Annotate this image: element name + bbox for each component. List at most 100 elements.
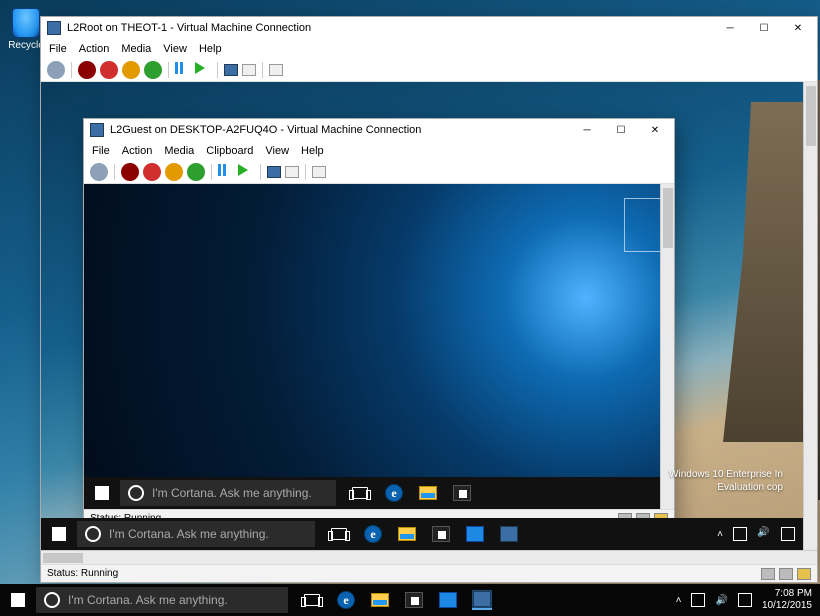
taskview-button[interactable] — [329, 524, 349, 544]
edge-icon[interactable] — [336, 590, 356, 610]
reset-button[interactable] — [238, 164, 254, 180]
menu-media[interactable]: Media — [121, 43, 151, 55]
menu-file[interactable]: File — [49, 43, 67, 55]
search-placeholder: I'm Cortana. Ask me anything. — [152, 486, 312, 500]
checkpoint-button[interactable] — [267, 166, 281, 178]
network-icon[interactable] — [733, 527, 747, 541]
close-button[interactable]: ✕ — [781, 17, 815, 39]
recycle-bin-label: Recycle — [8, 40, 44, 51]
cortana-search[interactable]: I'm Cortana. Ask me anything. — [77, 521, 315, 547]
vm2-window: L2Guest on DESKTOP-A2FUQ4O - Virtual Mac… — [83, 118, 675, 528]
taskview-button[interactable] — [302, 590, 322, 610]
turnoff-button[interactable] — [121, 163, 139, 181]
vm1-guest-desktop[interactable]: L2Guest on DESKTOP-A2FUQ4O - Virtual Mac… — [41, 82, 803, 550]
vm1-guest-taskbar: I'm Cortana. Ask me anything. ˄ 🔊 — [41, 518, 803, 550]
menu-action[interactable]: Action — [79, 43, 110, 55]
revert-button[interactable] — [242, 64, 256, 76]
action-center-icon[interactable] — [738, 593, 752, 607]
vm1-titlebar[interactable]: L2Root on THEOT-1 - Virtual Machine Conn… — [41, 17, 817, 39]
clock[interactable]: 7:08 PM 10/12/2015 — [762, 588, 812, 612]
store-icon[interactable] — [404, 590, 424, 610]
shutdown-button[interactable] — [100, 61, 118, 79]
store-icon[interactable] — [452, 483, 472, 503]
vm2-guest-desktop[interactable]: I'm Cortana. Ask me anything. — [84, 184, 674, 509]
enhanced-session-button[interactable] — [269, 64, 283, 76]
start-button[interactable] — [187, 163, 205, 181]
cortana-icon — [85, 526, 101, 542]
vmconnect-icon — [47, 21, 61, 35]
vm1-tray: ˄ 🔊 — [709, 527, 803, 541]
hyperv-manager-icon[interactable] — [465, 524, 485, 544]
store-icon[interactable] — [431, 524, 451, 544]
shutdown-button[interactable] — [143, 163, 161, 181]
save-button[interactable] — [122, 61, 140, 79]
file-explorer-icon[interactable] — [397, 524, 417, 544]
vm2-titlebar[interactable]: L2Guest on DESKTOP-A2FUQ4O - Virtual Mac… — [84, 119, 674, 141]
start-button[interactable] — [41, 518, 77, 550]
menu-clipboard[interactable]: Clipboard — [206, 145, 253, 157]
cortana-icon — [44, 592, 60, 608]
network-icon[interactable] — [691, 593, 705, 607]
tray-overflow-icon[interactable]: ˄ — [717, 529, 723, 540]
menu-help[interactable]: Help — [199, 43, 222, 55]
ctrl-alt-del-button[interactable] — [90, 163, 108, 181]
search-placeholder: I'm Cortana. Ask me anything. — [109, 527, 269, 541]
save-button[interactable] — [165, 163, 183, 181]
minimize-button[interactable]: ─ — [713, 17, 747, 39]
maximize-button[interactable]: ☐ — [747, 17, 781, 39]
start-button[interactable] — [144, 61, 162, 79]
vm2-toolbar — [84, 160, 674, 184]
cortana-search[interactable]: I'm Cortana. Ask me anything. — [120, 480, 336, 506]
vm2-title: L2Guest on DESKTOP-A2FUQ4O - Virtual Mac… — [110, 124, 421, 136]
checkpoint-button[interactable] — [224, 64, 238, 76]
minimize-button[interactable]: ─ — [570, 119, 604, 141]
vmconnect-task-icon[interactable] — [472, 590, 492, 610]
ctrl-alt-del-button[interactable] — [47, 61, 65, 79]
pause-button[interactable] — [175, 62, 191, 78]
volume-icon[interactable]: 🔊 — [757, 527, 771, 541]
edge-icon[interactable] — [384, 483, 404, 503]
turnoff-button[interactable] — [78, 61, 96, 79]
menu-view[interactable]: View — [265, 145, 289, 157]
menu-help[interactable]: Help — [301, 145, 324, 157]
lock-icon — [797, 568, 811, 580]
tray-overflow-icon[interactable]: ˄ — [676, 595, 682, 606]
recycle-bin[interactable]: Recycle — [8, 8, 44, 52]
file-explorer-icon[interactable] — [370, 590, 390, 610]
file-explorer-icon[interactable] — [418, 483, 438, 503]
status-label: Status: — [47, 568, 78, 579]
start-button[interactable] — [84, 477, 120, 509]
menu-view[interactable]: View — [163, 43, 187, 55]
start-button[interactable] — [0, 584, 36, 616]
cortana-search[interactable]: I'm Cortana. Ask me anything. — [36, 587, 288, 613]
revert-button[interactable] — [285, 166, 299, 178]
vm1-toolbar — [41, 58, 817, 82]
vm1-horizontal-scrollbar[interactable] — [41, 550, 817, 564]
edge-icon[interactable] — [363, 524, 383, 544]
menu-media[interactable]: Media — [164, 145, 194, 157]
vm2-vertical-scrollbar[interactable] — [660, 184, 674, 509]
vm2-guest-taskbar: I'm Cortana. Ask me anything. — [84, 477, 674, 509]
taskview-button[interactable] — [350, 483, 370, 503]
close-button[interactable]: ✕ — [638, 119, 672, 141]
pause-button[interactable] — [218, 164, 234, 180]
clock-time: 7:08 PM — [762, 588, 812, 600]
reset-button[interactable] — [195, 62, 211, 78]
vm1-wallpaper-rock — [723, 102, 803, 442]
enhanced-session-button[interactable] — [312, 166, 326, 178]
status-icon — [761, 568, 775, 580]
menu-file[interactable]: File — [92, 145, 110, 157]
action-center-icon[interactable] — [781, 527, 795, 541]
vm1-vertical-scrollbar[interactable] — [803, 82, 817, 550]
menu-action[interactable]: Action — [122, 145, 153, 157]
vm2-menubar: File Action Media Clipboard View Help — [84, 141, 674, 160]
vm1-window: L2Root on THEOT-1 - Virtual Machine Conn… — [40, 16, 818, 583]
status-icon — [779, 568, 793, 580]
vmconnect-task-icon[interactable] — [499, 524, 519, 544]
maximize-button[interactable]: ☐ — [604, 119, 638, 141]
hyperv-manager-icon[interactable] — [438, 590, 458, 610]
vmconnect-icon — [90, 123, 104, 137]
cortana-icon — [128, 485, 144, 501]
volume-icon[interactable]: 🔊 — [715, 595, 727, 606]
recycle-bin-icon — [12, 8, 40, 38]
